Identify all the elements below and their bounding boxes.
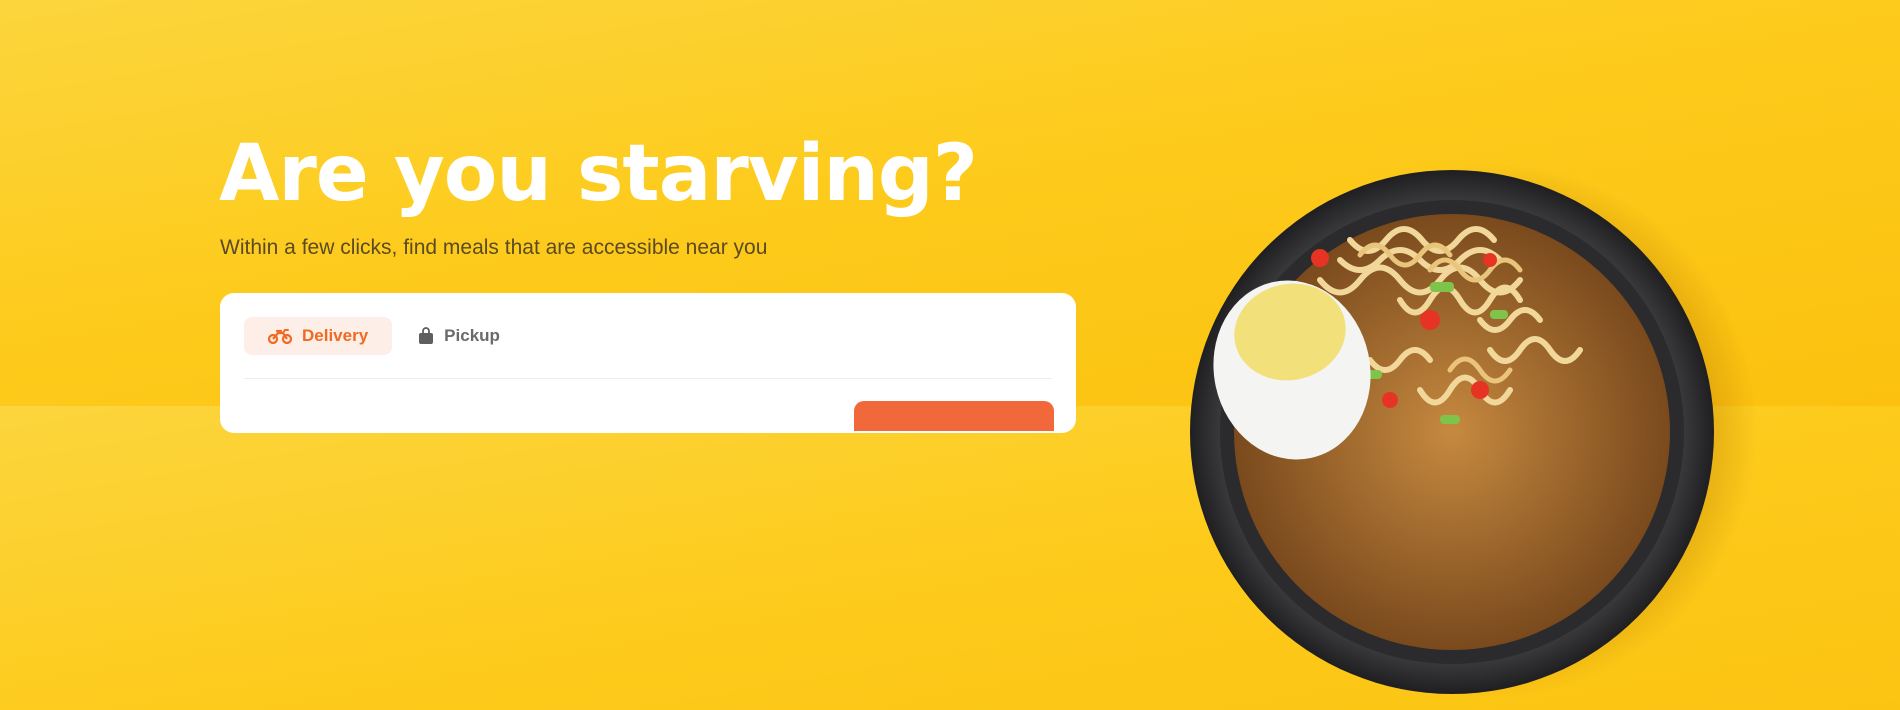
ramen-bowl-icon — [1190, 170, 1714, 694]
hero-section: Are you starving? Within a few clicks, f… — [0, 0, 1900, 700]
hero-subline: Within a few clicks, find meals that are… — [220, 236, 768, 259]
tab-delivery[interactable]: Delivery — [244, 317, 393, 355]
ramen-bowl-image — [1190, 160, 1760, 710]
tab-pickup-label: Pickup — [444, 326, 500, 345]
motorcycle-icon — [268, 328, 292, 344]
hero-headline: Are you starving? — [219, 129, 978, 219]
shopping-bag-icon — [418, 327, 434, 345]
search-card: Delivery Pickup — [220, 293, 1076, 433]
tab-pickup[interactable]: Pickup — [412, 317, 524, 355]
order-type-tabs: Delivery Pickup — [244, 317, 524, 355]
tab-delivery-label: Delivery — [302, 326, 369, 345]
card-divider — [244, 378, 1052, 379]
